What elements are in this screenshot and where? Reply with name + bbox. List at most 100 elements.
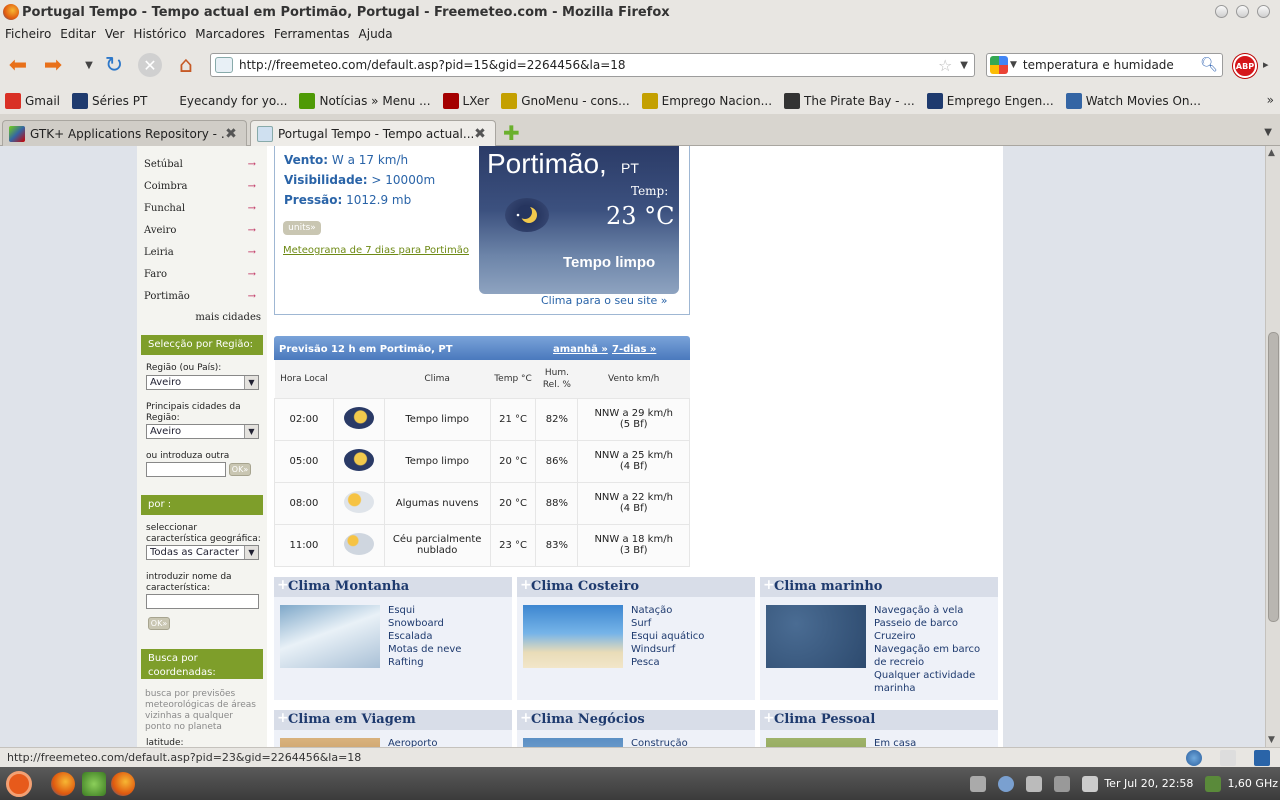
card-title[interactable]: Clima em Viagem: [274, 710, 512, 730]
tomorrow-link[interactable]: amanhã »: [553, 344, 608, 355]
menu-ficheiro[interactable]: Ficheiro: [5, 27, 51, 41]
user-icon[interactable]: [998, 775, 1015, 792]
main-cities-select[interactable]: Aveiro ▼: [146, 424, 259, 439]
toolbar-overflow-icon[interactable]: ▸: [1263, 58, 1269, 71]
tab-list-dropdown-icon[interactable]: ▼: [1264, 127, 1272, 138]
page-scrollbar[interactable]: ▲ ▼: [1265, 146, 1280, 747]
feature-name-input[interactable]: [146, 594, 259, 609]
card-title[interactable]: Clima Montanha: [274, 577, 512, 597]
menu-ajuda[interactable]: Ajuda: [359, 27, 393, 41]
adblock-plus-button[interactable]: ABP: [1233, 54, 1257, 78]
firefox-taskbar-icon[interactable]: [51, 772, 75, 796]
maximize-button[interactable]: [1236, 5, 1249, 18]
tab-bar: GTK+ Applications Repository - ... ✖ Por…: [0, 114, 1280, 147]
other-city-ok-button[interactable]: OK»: [229, 463, 251, 476]
arrow-right-icon: →: [247, 224, 256, 236]
url-text[interactable]: http://freemeteo.com/default.asp?pid=15&…: [239, 58, 938, 72]
forward-button[interactable]: ➡: [40, 52, 66, 78]
volume-icon[interactable]: [1026, 775, 1043, 792]
wifi-icon[interactable]: [1054, 775, 1071, 792]
city-link-setubal[interactable]: Setúbal →: [144, 153, 256, 175]
bookmark-star-icon[interactable]: ☆: [938, 56, 952, 75]
menu-editar[interactable]: Editar: [60, 27, 96, 41]
close-window-button[interactable]: [1257, 5, 1270, 18]
city-link-coimbra[interactable]: Coimbra →: [144, 175, 256, 197]
search-input[interactable]: temperatura e humidade: [1023, 58, 1200, 72]
tab-gtk-apps[interactable]: GTK+ Applications Repository - ... ✖: [2, 120, 247, 146]
back-button[interactable]: ⬅: [5, 52, 31, 78]
close-tab-icon[interactable]: ✖: [224, 127, 238, 141]
bookmark-eyecandy[interactable]: Eyecandy for yo...: [159, 93, 287, 109]
arrow-right-icon: →: [247, 290, 256, 302]
card-title[interactable]: Clima marinho: [760, 577, 998, 597]
ubuntu-menu-icon[interactable]: [6, 771, 32, 797]
url-bar[interactable]: http://freemeteo.com/default.asp?pid=15&…: [210, 53, 975, 77]
city-link-aveiro[interactable]: Aveiro →: [144, 219, 256, 241]
search-icon[interactable]: 🔍︎: [1200, 57, 1218, 73]
close-tab-icon[interactable]: ✖: [473, 127, 487, 141]
search-engine-dropdown-icon[interactable]: ▼: [1010, 60, 1017, 70]
emprego-icon: [641, 93, 658, 109]
chevron-down-icon[interactable]: ▼: [244, 546, 258, 559]
pirate-icon: [784, 93, 801, 109]
tab-portugal-tempo[interactable]: Portugal Tempo - Tempo actual... ✖: [250, 120, 496, 147]
scroll-down-icon[interactable]: ▼: [1268, 735, 1275, 745]
scrollbar-thumb[interactable]: [1268, 332, 1279, 622]
menu-ferramentas[interactable]: Ferramentas: [274, 27, 350, 41]
city-link-portimao[interactable]: Portimão →: [144, 285, 256, 307]
bookmark-emprego-nacional[interactable]: Emprego Nacion...: [641, 93, 772, 109]
reload-button[interactable]: ↻: [101, 52, 127, 78]
firefox-window-icon[interactable]: [111, 772, 135, 796]
url-dropdown-icon[interactable]: ▼: [960, 60, 968, 71]
eject-icon[interactable]: [970, 775, 987, 792]
google-engine-icon[interactable]: [990, 56, 1008, 74]
bookmark-series-pt[interactable]: Séries PT: [72, 93, 147, 109]
card-clima-pessoal: Clima Pessoal Em casa: [760, 710, 998, 747]
chevron-down-icon[interactable]: ▼: [244, 425, 258, 438]
stop-button[interactable]: ✕: [138, 53, 162, 77]
city-link-funchal[interactable]: Funchal →: [144, 197, 256, 219]
region-select[interactable]: Aveiro ▼: [146, 375, 259, 390]
search-bar[interactable]: ▼ temperatura e humidade 🔍︎: [986, 53, 1223, 77]
card-title[interactable]: Clima Costeiro: [517, 577, 755, 597]
home-button[interactable]: ⌂: [173, 52, 199, 78]
units-button[interactable]: units»: [283, 221, 321, 235]
city-link-leiria[interactable]: Leiria →: [144, 241, 256, 263]
card-title[interactable]: Clima Pessoal: [760, 710, 998, 730]
feature-select[interactable]: Todas as Caracter ▼: [146, 545, 259, 560]
other-city-input[interactable]: [146, 462, 226, 477]
globe-icon[interactable]: [1186, 750, 1202, 766]
minimize-button[interactable]: [1215, 5, 1228, 18]
meteogram-link[interactable]: Meteograma de 7 dias para Portimão: [283, 245, 469, 256]
weather-for-your-site-link[interactable]: Clima para o seu site »: [541, 294, 668, 307]
battery-icon[interactable]: [1082, 775, 1099, 792]
bookmark-emprego-engen[interactable]: Emprego Engen...: [926, 93, 1054, 109]
history-dropdown-icon[interactable]: ▼: [76, 52, 102, 78]
clock[interactable]: Ter Jul 20, 22:58: [1104, 777, 1193, 790]
bookmark-watch-movies[interactable]: Watch Movies On...: [1065, 93, 1201, 109]
bookmark-pirate-bay[interactable]: The Pirate Bay - ...: [784, 93, 915, 109]
seven-days-link[interactable]: 7-dias »: [612, 344, 656, 355]
site-identity-icon[interactable]: [215, 57, 233, 73]
bookmark-lxer[interactable]: LXer: [442, 93, 489, 109]
menu-marcadores[interactable]: Marcadores: [195, 27, 265, 41]
bookmark-gmail[interactable]: Gmail: [5, 93, 60, 109]
city-link-faro[interactable]: Faro →: [144, 263, 256, 285]
bookmark-noticias[interactable]: Notícias » Menu ...: [299, 93, 431, 109]
menu-ver[interactable]: Ver: [105, 27, 125, 41]
pidgin-taskbar-icon[interactable]: [82, 772, 106, 796]
card-title[interactable]: Clima Negócios: [517, 710, 755, 730]
bookmark-gnomenu[interactable]: GnoMenu - cons...: [501, 93, 630, 109]
notes-icon[interactable]: [1220, 750, 1236, 766]
bookmarks-overflow-icon[interactable]: »: [1267, 93, 1274, 107]
new-tab-plus-icon[interactable]: ✚: [503, 121, 520, 145]
col-temp: Temp °C: [490, 360, 536, 398]
feature-section-title: por :: [141, 495, 263, 515]
clear-night-icon: [505, 198, 549, 232]
chevron-down-icon[interactable]: ▼: [244, 376, 258, 389]
menu-historico[interactable]: Histórico: [133, 27, 186, 41]
scroll-up-icon[interactable]: ▲: [1268, 148, 1275, 158]
more-cities-link[interactable]: mais cidades: [137, 312, 261, 323]
r-icon[interactable]: [1254, 750, 1270, 766]
feature-ok-button[interactable]: OK»: [148, 617, 170, 630]
